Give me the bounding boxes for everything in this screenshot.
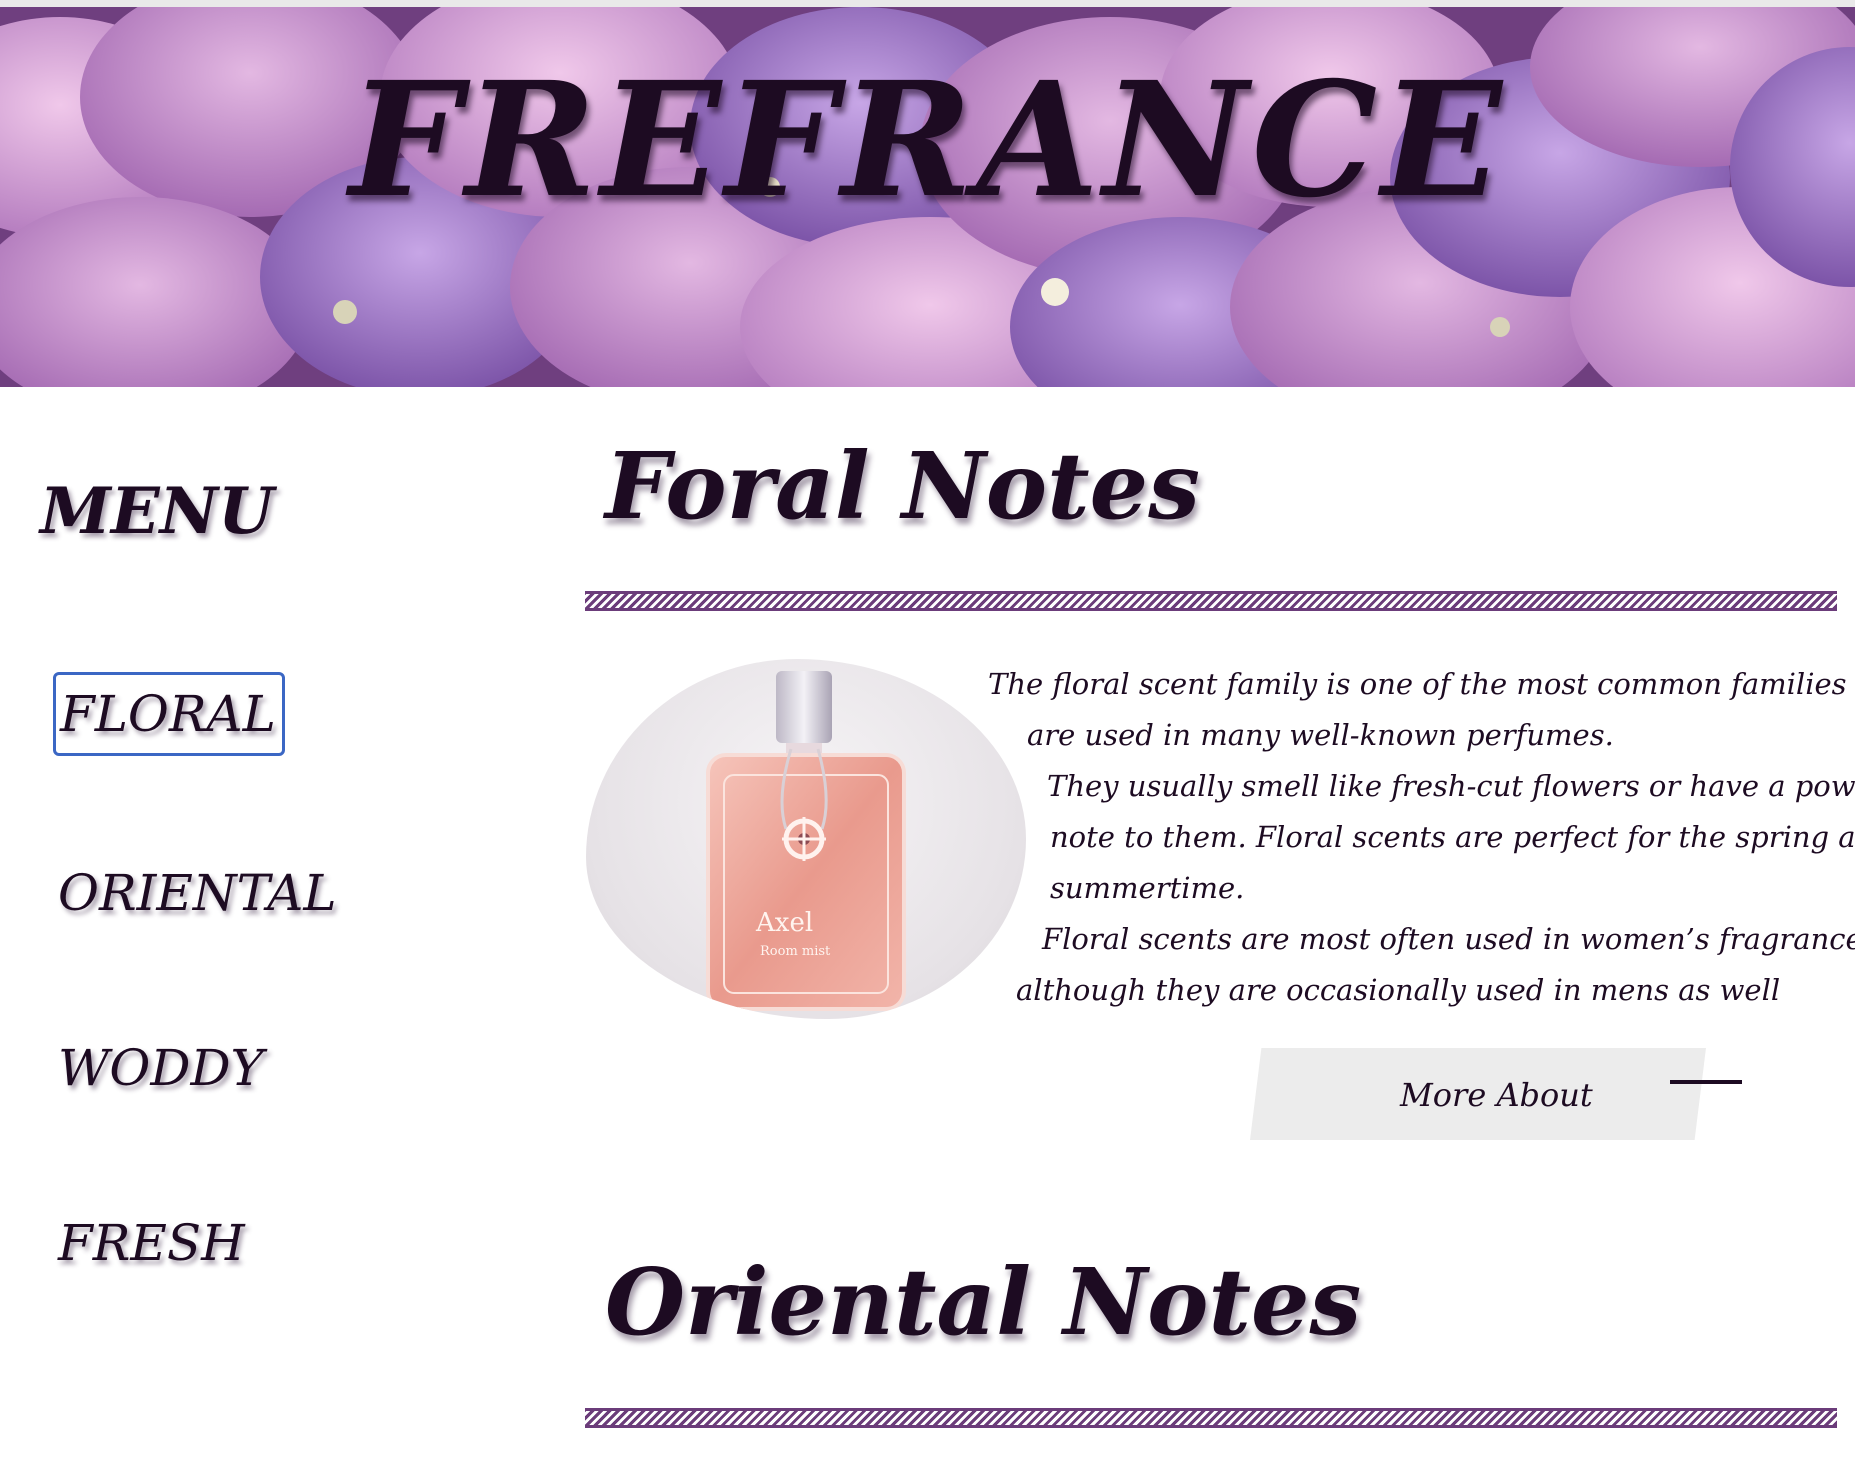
section-divider <box>585 1408 1837 1428</box>
description-line: are used in many well-known perfumes. <box>1027 718 1614 752</box>
menu-item-floral[interactable]: FLORAL <box>53 672 285 756</box>
menu-item-oriental[interactable]: ORIENTAL <box>58 868 337 918</box>
section-title: Foral Notes <box>605 432 1200 540</box>
menu-title: MENU <box>40 474 274 549</box>
description-line: Floral scents are most often used in wom… <box>1042 922 1855 956</box>
site-title: FREFRANCE <box>349 48 1506 233</box>
more-about-label[interactable]: More About <box>1400 1076 1593 1114</box>
description-line: summertime. <box>1050 871 1245 905</box>
section-title: Oriental Notes <box>605 1248 1362 1356</box>
bottle-sublabel: Room mist <box>760 944 831 959</box>
perfume-bottle-icon: Axel Room mist <box>706 671 906 1011</box>
top-border <box>0 0 1855 7</box>
perfume-bottle-image: Axel Room mist <box>586 659 1026 1019</box>
description-line: although they are occasionally used in m… <box>1016 973 1781 1007</box>
header-banner: FREFRANCE <box>0 7 1855 387</box>
description-line: The floral scent family is one of the mo… <box>988 667 1855 701</box>
section-divider <box>585 591 1837 611</box>
menu-item-woddy[interactable]: WODDY <box>58 1043 264 1093</box>
description-line: note to them. Floral scents are perfect … <box>1050 820 1855 854</box>
menu-item-fresh[interactable]: FRESH <box>58 1218 245 1268</box>
bottle-label: Axel <box>755 908 813 938</box>
dash-icon <box>1670 1080 1742 1084</box>
description-line: They usually smell like fresh-cut flower… <box>1047 769 1855 803</box>
